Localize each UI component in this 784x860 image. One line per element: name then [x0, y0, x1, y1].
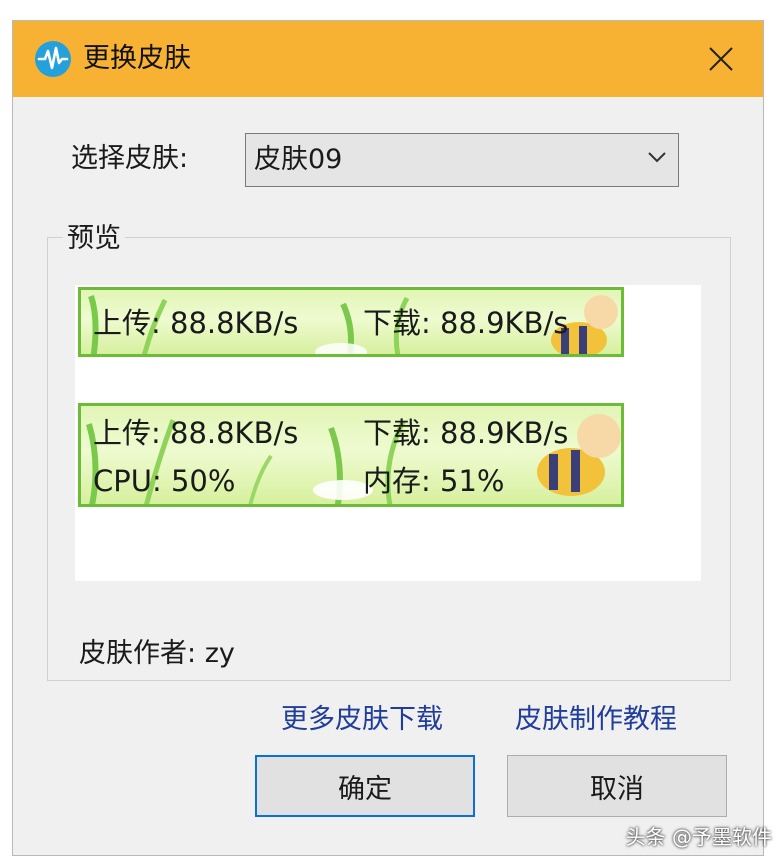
preview-legend: 预览	[63, 221, 125, 257]
skin-select-value: 皮肤09	[254, 144, 343, 175]
skin-preview-compact: 上传: 88.8KB/s 下载: 88.9KB/s	[78, 287, 624, 357]
skin-author-value: zy	[204, 638, 235, 669]
close-button[interactable]	[697, 35, 745, 83]
skin-select-label: 选择皮肤:	[71, 143, 189, 174]
cancel-button[interactable]: 取消	[507, 755, 727, 817]
skin-b-upload: 上传: 88.8KB/s	[93, 416, 299, 450]
skin-tutorial-link[interactable]: 皮肤制作教程	[515, 701, 677, 739]
skin-b-memory: 内存: 51%	[363, 464, 505, 498]
skin-a-upload: 上传: 88.8KB/s	[93, 306, 299, 340]
skin-author-label: 皮肤作者:	[79, 638, 197, 669]
skin-select-dropdown[interactable]: 皮肤09	[245, 133, 679, 187]
close-icon	[709, 47, 733, 71]
skin-b-cpu: CPU: 50%	[93, 464, 236, 498]
skin-a-download: 下载: 88.9KB/s	[363, 306, 569, 340]
chevron-down-icon	[648, 152, 666, 163]
dialog-title: 更换皮肤	[83, 43, 191, 74]
watermark: 头条 @予墨软件	[625, 825, 772, 849]
more-skins-download-link[interactable]: 更多皮肤下载	[281, 701, 443, 739]
ok-button[interactable]: 确定	[255, 755, 475, 817]
skin-b-download: 下载: 88.9KB/s	[363, 416, 569, 450]
skin-preview-full: 上传: 88.8KB/s 下载: 88.9KB/s CPU: 50% 内存: 5…	[78, 403, 624, 507]
waveform-icon	[35, 41, 71, 77]
title-bar: 更换皮肤	[13, 21, 763, 97]
preview-area: 上传: 88.8KB/s 下载: 88.9KB/s 上传: 88.8KB/s 下…	[75, 285, 701, 581]
skin-author: 皮肤作者: zy	[79, 635, 235, 673]
skin-dialog: 更换皮肤 选择皮肤: 皮肤09 预览 上传: 88.8KB/s 下载: 88.9…	[12, 20, 764, 856]
